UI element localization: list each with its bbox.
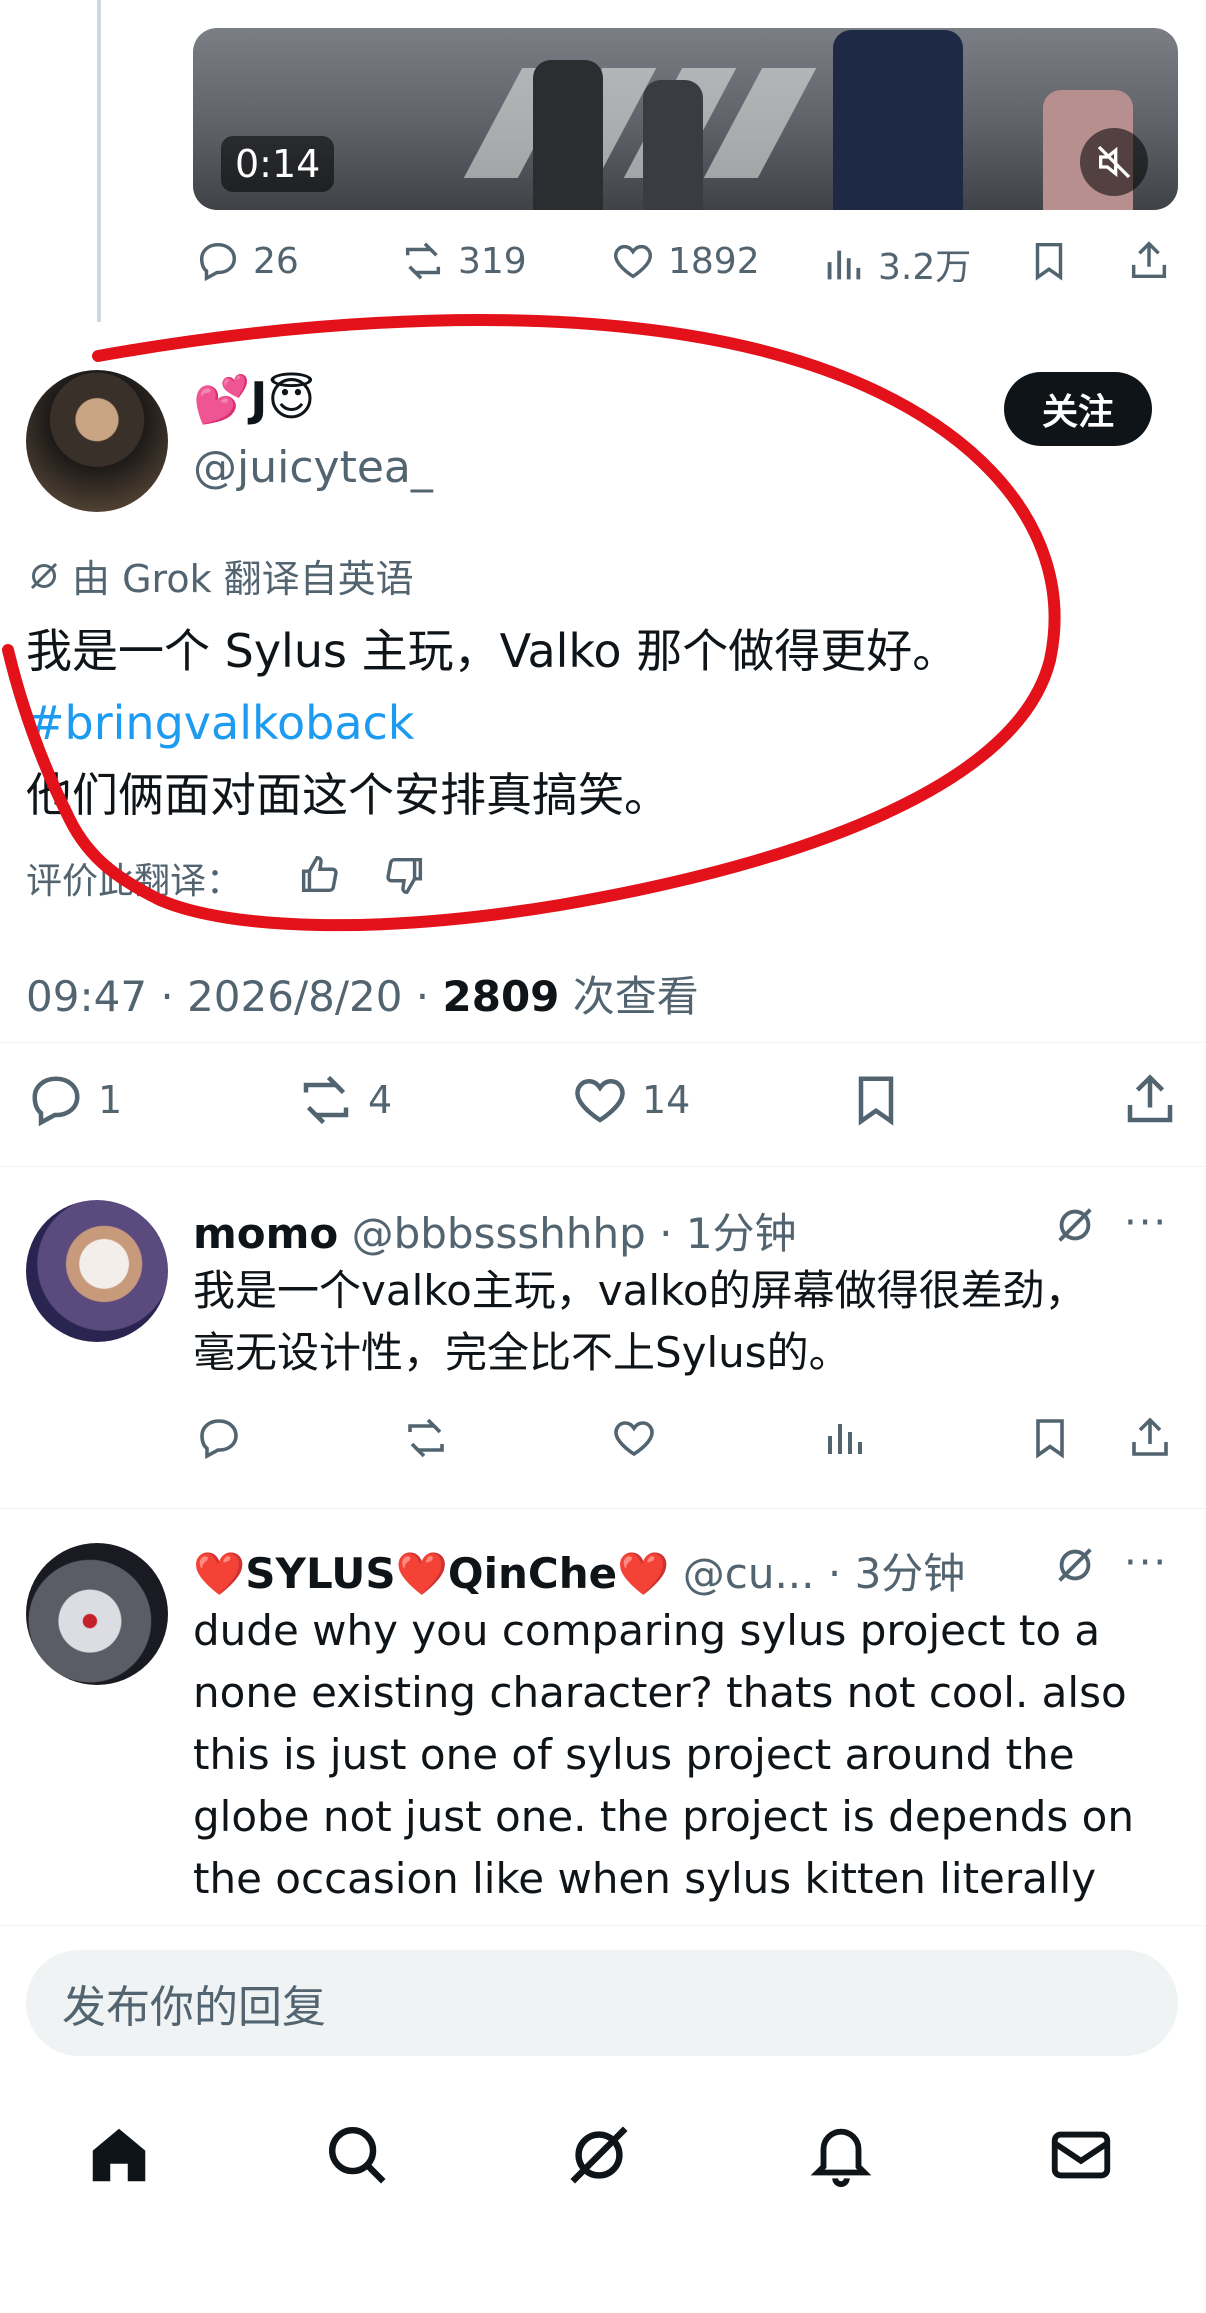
avatar[interactable] [26, 1200, 168, 1342]
bookmark-icon[interactable] [846, 1070, 906, 1130]
heart-icon [570, 1070, 630, 1130]
reply-icon [195, 238, 241, 284]
reply-icon [26, 1070, 86, 1130]
divider [0, 1925, 1206, 1926]
rate-translation-label: 评价此翻译： [26, 861, 243, 902]
thumbs-up-icon[interactable] [296, 852, 342, 898]
divider [0, 1166, 1206, 1167]
reply-count: 1 [98, 1078, 123, 1122]
reply-time: · 1分钟 [659, 1209, 797, 1258]
follow-button[interactable]: 关注 [1004, 372, 1152, 446]
divider [0, 1508, 1206, 1509]
post-timestamp: 09:47 · 2026/8/20 · [26, 972, 443, 1021]
top-like-button[interactable]: 1892 [610, 238, 760, 284]
reply-header: ❤️SYLUS❤️QinChe❤️ @cu... · 3分钟 [193, 1540, 965, 1601]
post-text-line2: 他们俩面对面这个安排真搞笑。 [26, 768, 670, 822]
repost-count: 4 [368, 1078, 393, 1122]
repost-icon[interactable] [402, 1414, 450, 1462]
translation-notice: 由 Grok 翻译自英语 [26, 548, 414, 603]
bookmark-icon[interactable] [1026, 1414, 1074, 1462]
messages-icon[interactable] [1046, 2120, 1116, 2190]
notifications-icon[interactable] [806, 2120, 876, 2190]
avatar[interactable] [26, 1543, 168, 1685]
share-icon[interactable] [1126, 238, 1172, 284]
like-count: 14 [642, 1078, 691, 1122]
avatar[interactable] [26, 370, 168, 512]
thread-line [97, 0, 101, 322]
top-views-button[interactable]: 3.2万 [820, 238, 971, 290]
reply-handle[interactable]: @cu... [683, 1549, 815, 1598]
view-count: 2809 [442, 972, 560, 1021]
post-text-line1: 我是一个 Sylus 主玩，Valko 那个做得更好。 [26, 624, 959, 678]
search-icon[interactable] [322, 2120, 392, 2190]
heart-icon[interactable] [610, 1414, 658, 1462]
top-reply-count: 26 [253, 240, 299, 282]
translation-label: 由 Grok 翻译自英语 [72, 557, 414, 601]
grok-icon[interactable] [1052, 1202, 1098, 1248]
video-player[interactable]: 0:14 [193, 28, 1178, 210]
bookmark-icon[interactable] [1026, 238, 1072, 284]
divider [0, 1042, 1206, 1043]
repost-button[interactable]: 4 [296, 1070, 392, 1130]
reply-button[interactable]: 1 [26, 1070, 122, 1130]
reply-input-placeholder: 发布你的回复 [62, 1982, 326, 2033]
reply-display-name[interactable]: ❤️SYLUS❤️QinChe❤️ [193, 1549, 669, 1598]
mute-icon[interactable] [1080, 128, 1148, 196]
user-handle[interactable]: @juicytea_ [193, 442, 433, 493]
repost-icon [296, 1070, 356, 1130]
views-icon[interactable] [820, 1414, 868, 1462]
share-icon[interactable] [1120, 1070, 1180, 1130]
grok-icon[interactable] [1052, 1542, 1098, 1588]
like-button[interactable]: 14 [570, 1070, 690, 1130]
repost-icon [400, 238, 446, 284]
top-repost-button[interactable]: 319 [400, 238, 527, 284]
hashtag-link[interactable]: #bringvalkoback [26, 687, 414, 759]
top-repost-count: 319 [458, 240, 527, 282]
reply-icon[interactable] [195, 1414, 243, 1462]
video-timestamp: 0:14 [221, 136, 335, 192]
top-reply-button[interactable]: 26 [195, 238, 299, 284]
thumbs-down-icon[interactable] [382, 852, 428, 898]
home-icon[interactable] [84, 2120, 154, 2190]
share-icon[interactable] [1126, 1414, 1174, 1462]
reply-time: · 3分钟 [827, 1549, 966, 1598]
grok-icon [26, 558, 62, 594]
more-icon[interactable]: ··· [1124, 1540, 1168, 1586]
reply-handle[interactable]: @bbbssshhhp [352, 1209, 646, 1258]
reply-input[interactable]: 发布你的回复 [26, 1950, 1178, 2056]
top-views-count: 3.2万 [878, 247, 972, 288]
display-name[interactable]: 💕J😇 [193, 372, 315, 427]
reply-display-name[interactable]: momo [193, 1209, 338, 1258]
reply-text: 我是一个valko主玩，valko的屏幕做得很差劲，毫无设计性，完全比不上Syl… [193, 1266, 1087, 1377]
reply-text: dude why you comparing sylus project to … [193, 1606, 1134, 1922]
top-like-count: 1892 [668, 240, 760, 282]
heart-icon [610, 238, 656, 284]
view-count-label: 次查看 [559, 972, 699, 1021]
views-icon [820, 241, 866, 287]
more-icon[interactable]: ··· [1124, 1200, 1168, 1246]
post-meta: 09:47 · 2026/8/20 · 2809 次查看 [26, 963, 699, 1024]
reply-header: momo @bbbssshhhp · 1分钟 [193, 1200, 797, 1261]
grok-icon[interactable] [564, 2120, 634, 2190]
